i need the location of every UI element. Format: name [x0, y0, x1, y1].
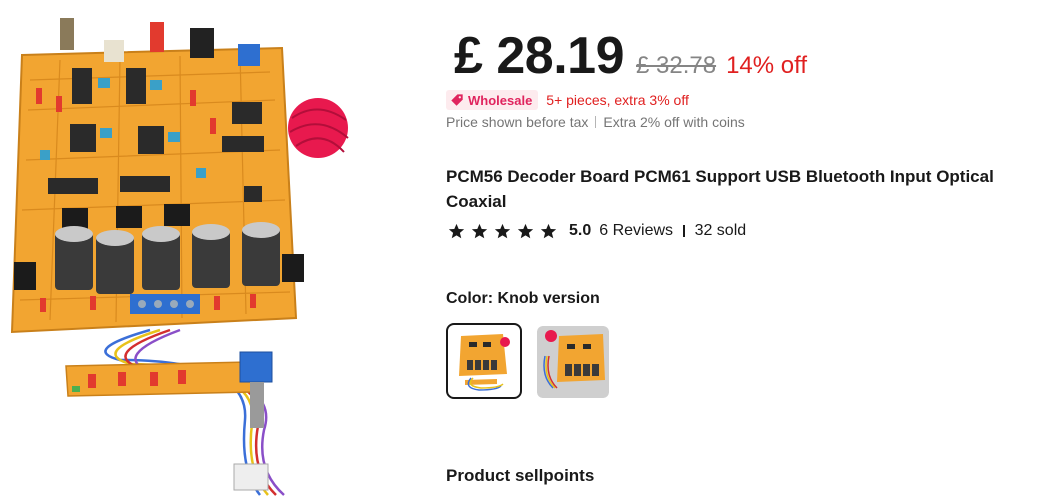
original-price: £ 32.78: [636, 52, 717, 79]
swatch-thumbnail: [451, 328, 517, 394]
star-icon: [448, 223, 465, 238]
wholesale-row: Wholesale 5+ pieces, extra 3% off: [446, 90, 689, 110]
star-icon: [471, 223, 488, 238]
product-main-image[interactable]: [0, 0, 380, 499]
color-options: [446, 323, 624, 399]
current-price: £ 28.19: [454, 27, 625, 85]
swatch-thumbnail: [537, 326, 609, 398]
color-option-knob-version[interactable]: [446, 323, 522, 399]
wholesale-offer: 5+ pieces, extra 3% off: [546, 92, 689, 108]
tax-divider: [595, 116, 597, 128]
tag-icon: [451, 94, 463, 106]
color-option-standard-version[interactable]: [537, 326, 609, 398]
reviews-link[interactable]: 6 Reviews: [599, 222, 673, 240]
star-icon: [540, 223, 557, 238]
rating-row: 5.0 6 Reviews 32 sold: [448, 222, 746, 240]
discount-percent: 14% off: [726, 52, 808, 79]
rating-value: 5.0: [569, 222, 592, 239]
coins-discount-text: Extra 2% off with coins: [603, 114, 745, 130]
pcb-board-illustration: [10, 18, 349, 496]
product-sellpoints-heading: Product sellpoints: [446, 466, 595, 485]
wholesale-badge: Wholesale: [446, 90, 539, 110]
price-before-tax-text: Price shown before tax: [446, 114, 589, 130]
wholesale-badge-label: Wholesale: [468, 92, 533, 108]
rating-stars: [448, 223, 563, 240]
color-label: Color: Knob version: [446, 290, 600, 307]
price-row: £ 28.19 £ 32.78 14% off: [454, 26, 807, 86]
star-icon: [494, 223, 511, 238]
product-info-panel: £ 28.19 £ 32.78 14% off Wholesale 5+ pie…: [446, 0, 1063, 499]
rating-divider: [683, 225, 685, 237]
sold-count: 32 sold: [694, 222, 747, 239]
tax-note: Price shown before tax Extra 2% off with …: [446, 114, 745, 130]
product-title: PCM56 Decoder Board PCM61 Support USB Bl…: [446, 167, 994, 212]
star-icon: [517, 223, 534, 238]
